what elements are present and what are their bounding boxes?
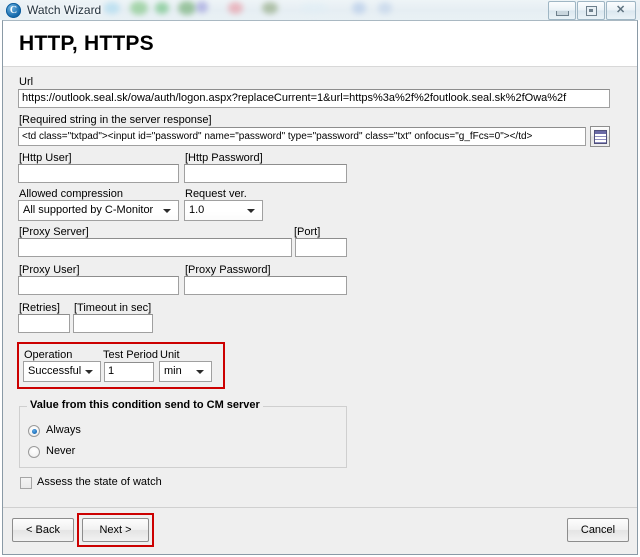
port-label: [Port] (294, 226, 321, 238)
wizard-frame: HTTP, HTTPS Url https://outlook.seal.sk/… (2, 20, 638, 555)
operation-label: Operation (24, 349, 73, 361)
close-button[interactable]: ✕ (606, 1, 636, 20)
page-title: HTTP, HTTPS (19, 32, 154, 55)
url-label: Url (19, 76, 34, 88)
timeout-input[interactable] (73, 314, 153, 333)
http-password-label: [Http Password] (185, 152, 263, 164)
next-button[interactable]: Next > (82, 518, 149, 542)
request-ver-select[interactable]: 1.0 (184, 200, 263, 221)
restore-icon (586, 6, 597, 16)
condition-groupbox-title: Value from this condition send to CM ser… (27, 399, 263, 411)
operation-value: Successful (28, 365, 82, 377)
radio-never-label: Never (46, 445, 76, 457)
assess-state-label: Assess the state of watch (37, 476, 162, 488)
radio-never-indicator (28, 446, 40, 458)
grid-picker-icon (594, 130, 607, 144)
unit-label: Unit (160, 349, 180, 361)
minimize-button[interactable] (548, 1, 576, 20)
unit-value: min (164, 365, 182, 377)
wizard-footer: < Back Next > Cancel (3, 507, 637, 554)
chevron-down-icon (163, 209, 171, 213)
allowed-compression-select[interactable]: All supported by C-Monitor (18, 200, 179, 221)
retries-input[interactable] (18, 314, 70, 333)
radio-always-label: Always (46, 424, 81, 436)
timeout-label: [Timeout in sec] (74, 302, 152, 314)
chevron-down-icon (247, 209, 255, 213)
proxy-password-label: [Proxy Password] (185, 264, 271, 276)
watch-wizard-window: C Watch Wizard ✕ HTTP, HTTPS Url https:/… (0, 0, 640, 557)
proxy-user-input[interactable] (18, 276, 179, 295)
http-user-label: [Http User] (19, 152, 72, 164)
proxy-user-label: [Proxy User] (19, 264, 80, 276)
proxy-password-input[interactable] (184, 276, 347, 295)
cancel-button[interactable]: Cancel (567, 518, 629, 542)
allowed-compression-value: All supported by C-Monitor (23, 204, 154, 216)
port-input[interactable] (295, 238, 347, 257)
wizard-header: HTTP, HTTPS (3, 21, 637, 67)
chevron-down-icon (196, 370, 204, 374)
allowed-compression-label: Allowed compression (19, 188, 123, 200)
close-icon: ✕ (616, 4, 626, 16)
http-user-input[interactable] (18, 164, 179, 183)
c-monitor-icon: C (6, 3, 21, 18)
test-period-input[interactable]: 1 (104, 362, 154, 382)
unit-select[interactable]: min (159, 361, 212, 382)
window-title: Watch Wizard (27, 3, 102, 17)
required-string-label: [Required string in the server response] (19, 114, 212, 126)
proxy-server-label: [Proxy Server] (19, 226, 89, 238)
restore-button[interactable] (577, 1, 605, 20)
test-period-label: Test Period (103, 349, 159, 361)
required-string-input[interactable]: <td class="txtpad"><input id="password" … (18, 127, 586, 146)
proxy-server-input[interactable] (18, 238, 292, 257)
chevron-down-icon (85, 370, 93, 374)
request-ver-label: Request ver. (185, 188, 247, 200)
condition-groupbox (19, 406, 347, 468)
wizard-body: Url https://outlook.seal.sk/owa/auth/log… (3, 68, 637, 508)
title-bar: C Watch Wizard ✕ (0, 0, 640, 20)
checkbox-indicator (20, 477, 32, 489)
grid-picker-button[interactable] (590, 126, 610, 147)
minimize-icon (556, 11, 569, 16)
back-button[interactable]: < Back (12, 518, 74, 542)
request-ver-value: 1.0 (189, 204, 205, 216)
window-controls: ✕ (548, 1, 636, 20)
http-password-input[interactable] (184, 164, 347, 183)
operation-select[interactable]: Successful (23, 361, 101, 382)
url-input[interactable]: https://outlook.seal.sk/owa/auth/logon.a… (18, 89, 610, 108)
retries-label: [Retries] (19, 302, 60, 314)
radio-always-indicator (28, 425, 40, 437)
